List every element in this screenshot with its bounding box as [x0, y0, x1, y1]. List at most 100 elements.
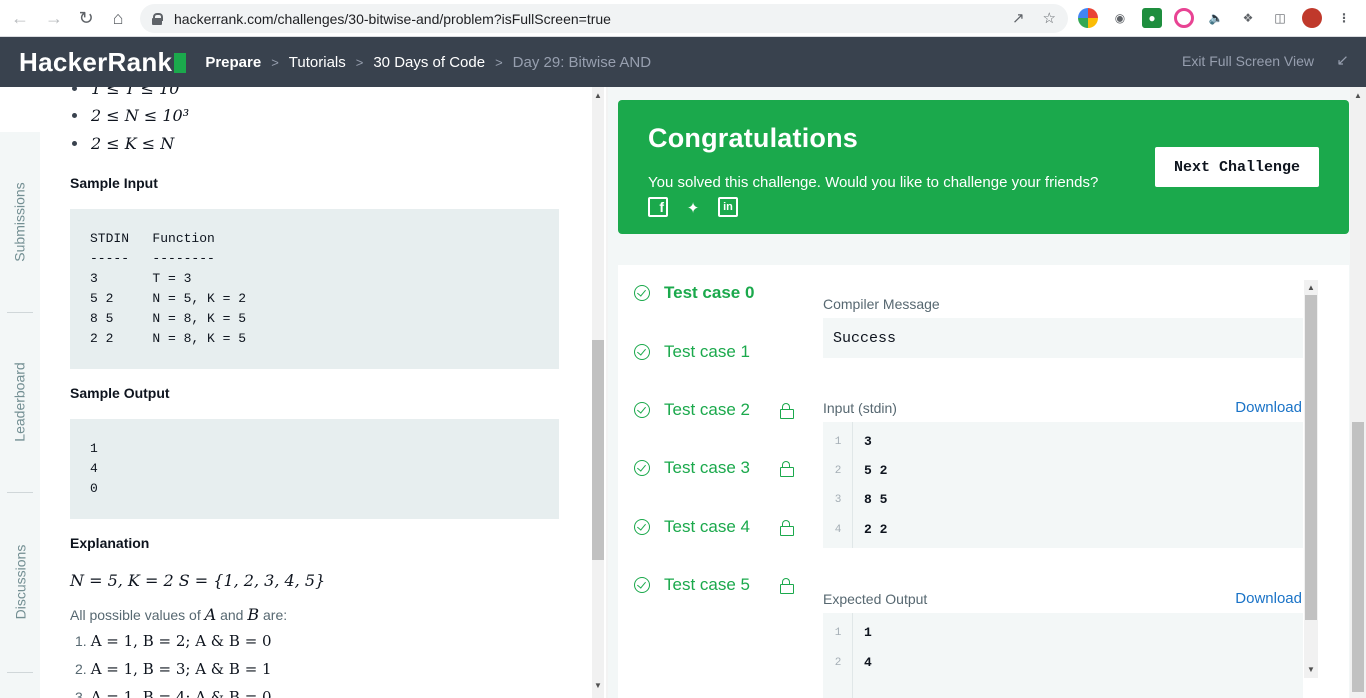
- sample-output-block: 1 4 0: [70, 419, 559, 519]
- code-line: 24: [834, 655, 872, 670]
- result-panel: Congratulations You solved this challeng…: [608, 87, 1366, 698]
- problem-scrollbar[interactable]: ▲ ▼: [592, 87, 604, 698]
- home-icon[interactable]: ⌂: [102, 2, 134, 34]
- compiler-message-label: Compiler Message: [823, 296, 940, 312]
- next-challenge-button[interactable]: Next Challenge: [1155, 147, 1319, 187]
- constraint-item: 1 ≤ T ≤ 10: [70, 87, 179, 98]
- address-bar[interactable]: hackerrank.com/challenges/30-bitwise-and…: [140, 4, 1068, 33]
- check-circle-icon: [634, 285, 650, 301]
- lock-icon[interactable]: [152, 12, 163, 25]
- scroll-up-icon[interactable]: ▲: [594, 91, 602, 100]
- check-circle-icon: [634, 402, 650, 418]
- list-item: 2. A = 1, B = 3; A & B = 1: [75, 660, 272, 678]
- constraint-item: 2 ≤ N ≤ 10³: [70, 106, 189, 125]
- explanation-equation: N = 5, K = 2 S = {1, 2, 3, 4, 5}: [70, 571, 326, 590]
- panel-scrollbar[interactable]: ▲: [1350, 87, 1366, 698]
- tab-discussions[interactable]: Discussions: [0, 542, 40, 622]
- lock-icon: [780, 578, 794, 594]
- constraint-item: 2 ≤ K ≤ N: [70, 134, 174, 153]
- explanation-title: Explanation: [70, 535, 150, 551]
- code-line: 11: [834, 625, 872, 640]
- scroll-down-icon[interactable]: ▼: [594, 681, 602, 690]
- congratulations-banner: Congratulations You solved this challeng…: [618, 100, 1349, 234]
- explanation-text: All possible values of A and B are:: [70, 605, 288, 624]
- twitter-icon[interactable]: ✦: [682, 197, 704, 219]
- download-expected-link[interactable]: Download: [1235, 590, 1302, 607]
- breadcrumb-tutorials[interactable]: Tutorials: [289, 54, 346, 71]
- expected-output-viewer: 11 24: [823, 613, 1303, 698]
- compiler-message: Success: [823, 318, 1303, 358]
- breadcrumb-current: Day 29: Bitwise AND: [512, 53, 652, 71]
- pink-extension-icon[interactable]: [1174, 8, 1194, 28]
- back-arrow-icon[interactable]: ←: [4, 2, 36, 34]
- lock-icon: [780, 461, 794, 477]
- chevron-right-icon: >: [355, 54, 364, 70]
- camera-extension-icon[interactable]: ◉: [1110, 8, 1130, 28]
- sample-input-block: STDIN Function ----- -------- 3 T = 3 5 …: [70, 209, 559, 369]
- color-picker-extension-icon[interactable]: [1078, 8, 1098, 28]
- share-icon[interactable]: ↗: [1012, 9, 1025, 27]
- minimize-icon[interactable]: ↙: [1336, 51, 1349, 69]
- congratulations-title: Congratulations: [648, 123, 858, 153]
- tab-leaderboard[interactable]: Leaderboard: [0, 362, 40, 442]
- breadcrumb: Prepare > Tutorials > 30 Days of Code > …: [205, 54, 651, 71]
- input-label: Input (stdin): [823, 400, 897, 416]
- check-circle-icon: [634, 577, 650, 593]
- check-circle-icon: [634, 344, 650, 360]
- scrollbar-thumb[interactable]: [1305, 295, 1317, 620]
- menu-kebab-icon[interactable]: ⋮: [1334, 8, 1354, 28]
- puzzle-extensions-icon[interactable]: ❖: [1238, 8, 1258, 28]
- site-header: HackerRank Prepare > Tutorials > 30 Days…: [0, 37, 1366, 87]
- tab-test-case-1[interactable]: Test case 1: [634, 342, 750, 362]
- tab-submissions[interactable]: Submissions: [0, 182, 40, 262]
- input-viewer: 13 25 2 38 5 42 2: [823, 422, 1303, 548]
- check-circle-icon: [634, 460, 650, 476]
- download-input-link[interactable]: Download: [1235, 399, 1302, 416]
- problem-panel: Submissions Leaderboard Discussions 1 ≤ …: [0, 87, 606, 698]
- results-scrollbar[interactable]: ▲ ▼: [1304, 280, 1318, 678]
- scroll-up-icon[interactable]: ▲: [1307, 283, 1315, 292]
- code-line: 42 2: [834, 522, 888, 537]
- check-circle-icon: [634, 519, 650, 535]
- url-text[interactable]: hackerrank.com/challenges/30-bitwise-and…: [174, 11, 611, 27]
- side-tabs: Submissions Leaderboard Discussions: [0, 132, 40, 698]
- list-item: 3. A = 1, B = 4; A & B = 0: [75, 688, 272, 698]
- code-line: 25 2: [834, 463, 888, 478]
- hackerrank-logo[interactable]: HackerRank: [19, 47, 187, 78]
- tab-test-case-4[interactable]: Test case 4: [634, 517, 804, 537]
- chevron-right-icon: >: [495, 54, 503, 70]
- profile-avatar[interactable]: [1302, 8, 1322, 28]
- breadcrumb-prepare[interactable]: Prepare: [205, 54, 261, 71]
- speaker-extension-icon[interactable]: 🔈: [1206, 8, 1226, 28]
- scrollbar-thumb[interactable]: [1352, 422, 1364, 692]
- reload-icon[interactable]: ↻: [70, 2, 102, 34]
- browser-toolbar: ← → ↻ ⌂ hackerrank.com/challenges/30-bit…: [0, 0, 1366, 37]
- sample-input-title: Sample Input: [70, 175, 158, 191]
- linkedin-icon[interactable]: in: [718, 197, 738, 217]
- exit-fullscreen-link[interactable]: Exit Full Screen View: [1182, 53, 1314, 69]
- lock-icon: [780, 403, 794, 419]
- code-line: 13: [834, 434, 872, 449]
- tab-test-case-3[interactable]: Test case 3: [634, 458, 804, 478]
- facebook-icon[interactable]: f: [648, 197, 668, 217]
- sample-output-title: Sample Output: [70, 385, 170, 401]
- social-share: f ✦ in: [648, 197, 738, 219]
- list-item: 1. A = 1, B = 2; A & B = 0: [75, 632, 272, 650]
- scroll-up-icon[interactable]: ▲: [1354, 91, 1362, 100]
- scroll-down-icon[interactable]: ▼: [1307, 665, 1315, 674]
- star-icon[interactable]: ☆: [1043, 9, 1056, 27]
- congratulations-message: You solved this challenge. Would you lik…: [648, 174, 1099, 191]
- expected-output-label: Expected Output: [823, 591, 928, 607]
- tab-test-case-5[interactable]: Test case 5: [634, 575, 804, 595]
- breadcrumb-30-days[interactable]: 30 Days of Code: [373, 54, 485, 71]
- side-panel-icon[interactable]: ◫: [1270, 8, 1290, 28]
- code-line: 38 5: [834, 492, 888, 507]
- scrollbar-thumb[interactable]: [592, 340, 604, 560]
- tab-test-case-2[interactable]: Test case 2: [634, 400, 804, 420]
- forward-arrow-icon[interactable]: →: [38, 2, 70, 34]
- lock-icon: [780, 520, 794, 536]
- green-extension-icon[interactable]: ●: [1142, 8, 1162, 28]
- tab-test-case-0[interactable]: Test case 0: [634, 283, 754, 303]
- chevron-right-icon: >: [271, 54, 279, 70]
- test-results: Test case 0 Test case 1 Test case 2 Test…: [618, 265, 1349, 698]
